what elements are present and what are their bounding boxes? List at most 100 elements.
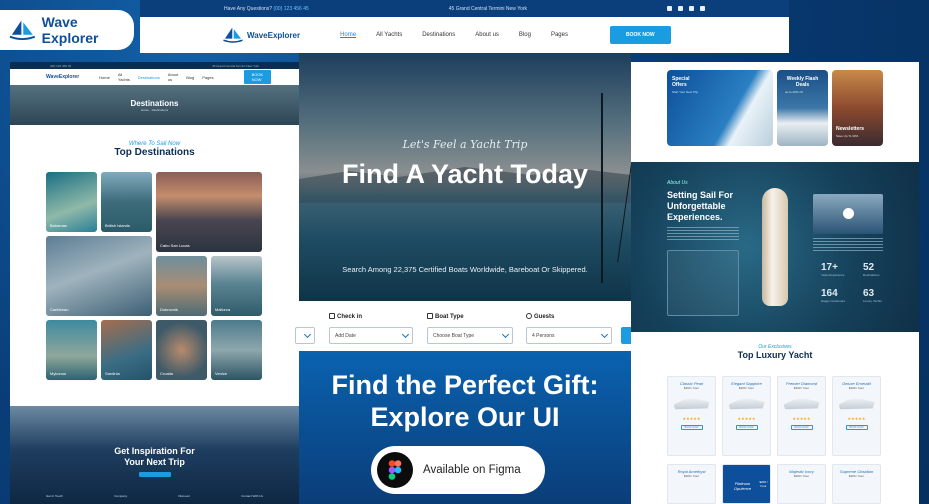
mini-nav-about[interactable]: About us — [168, 72, 178, 82]
rating-stars: ★★★★★ — [682, 416, 701, 421]
destination-tile[interactable]: Dubrovnik — [156, 256, 207, 316]
nav-item-destinations[interactable]: Destinations — [422, 32, 455, 38]
boat-type-value: Choose Boat Type — [433, 332, 475, 339]
brand-logo-card[interactable]: Wave Explorer — [0, 10, 134, 50]
tile-label: Cabo San Lucas — [160, 243, 190, 248]
yacht-price: $200 / hour — [793, 386, 810, 390]
inspiration-button[interactable] — [138, 472, 171, 477]
mini-book-button[interactable]: BOOK NOW — [243, 70, 272, 84]
tile-label: Mykonos — [50, 371, 67, 376]
chevron-down-icon — [600, 330, 609, 339]
tile-label: Mallorca — [215, 307, 231, 312]
mini-nav-yachts[interactable]: All Yachts — [118, 72, 130, 82]
yacht-card-selected[interactable]: Platinum Opulence $200 / hour — [722, 464, 771, 504]
nav-item-all-yachts[interactable]: All Yachts — [376, 32, 402, 38]
stat-value: 52 — [863, 262, 875, 273]
yacht-card[interactable]: Supreme Obsidian $200 / hour — [832, 464, 881, 504]
checkin-select[interactable]: Add Date — [329, 327, 413, 344]
stat-label: Happy Customers — [821, 299, 846, 303]
nav-brand[interactable]: WaveExplorer — [222, 26, 300, 44]
destination-tile[interactable]: Sardinia — [101, 320, 152, 380]
stat-item: 17+ Years Experience — [821, 262, 844, 277]
play-icon[interactable] — [843, 208, 854, 219]
inspiration-line-2: Your Next Trip — [124, 457, 185, 467]
offer-title: Newsletters — [836, 126, 865, 132]
nav-item-pages[interactable]: Pages — [551, 32, 568, 38]
offer-card-newsletter[interactable]: Newsletters Save Up To 30% — [832, 70, 883, 146]
users-icon — [526, 313, 532, 319]
hero-subtitle: Search Among 22,375 Certified Boats Worl… — [342, 265, 588, 274]
tile-label: Dubrovnik — [160, 307, 179, 312]
linkedin-icon[interactable] — [688, 6, 694, 11]
destination-tile[interactable]: Mykonos — [46, 320, 97, 380]
nav-item-about[interactable]: About us — [475, 32, 499, 38]
figma-button[interactable]: Available on Figma — [371, 446, 545, 494]
destination-tile[interactable]: Venice — [211, 320, 262, 380]
mini-nav-pages[interactable]: Pages — [202, 75, 213, 80]
promo-banner: Find the Perfect Gift: Explore Our UI Ava… — [299, 351, 631, 504]
nav-item-blog[interactable]: Blog — [519, 32, 531, 38]
destination-tile[interactable]: Cabo San Lucas — [156, 172, 262, 252]
destination-tile[interactable]: British Islands — [101, 172, 152, 232]
nav-item-home[interactable]: Home — [340, 32, 356, 38]
rating-stars: ★★★★★ — [792, 416, 811, 421]
mini-brand[interactable]: WaveExplorer — [46, 74, 79, 80]
yacht-card[interactable]: Premier Diamond $200 / hour ★★★★★ BOOK NOW — [777, 376, 826, 456]
yacht-card[interactable]: Royal Amethyst $200 / hour — [667, 464, 716, 504]
about-form[interactable] — [667, 250, 739, 316]
mini-nav-home[interactable]: Home — [99, 75, 110, 80]
offer-subtitle: up to 20% off — [785, 90, 803, 94]
location-select[interactable] — [295, 327, 315, 344]
figma-button-label: Available on Figma — [423, 464, 521, 476]
inspiration-line-1: Get Inspiration For — [114, 446, 195, 456]
video-thumbnail[interactable] — [813, 194, 883, 234]
yacht-book-button[interactable]: BOOK NOW — [790, 425, 813, 430]
yacht-book-button[interactable]: BOOK NOW — [735, 425, 758, 430]
guests-label-text: Guests — [534, 314, 555, 320]
stat-item: 52 Destinations — [863, 262, 880, 277]
stat-item: 63 Luxury Yachts — [863, 288, 882, 303]
yacht-card[interactable]: Majestic Ivory $200 / hour — [777, 464, 826, 504]
skype-icon[interactable] — [677, 6, 683, 11]
brand-name: Wave Explorer — [41, 14, 99, 46]
chevron-down-icon — [401, 330, 410, 339]
breadcrumb: Home · Destinations — [140, 107, 169, 112]
book-now-button[interactable]: BOOK NOW — [609, 26, 671, 44]
mini-nav-destinations[interactable]: Destinations — [138, 75, 160, 80]
destination-tile[interactable]: Bahamas — [46, 172, 97, 232]
destination-tile[interactable]: Caribbean — [46, 236, 152, 316]
mini-nav-blog[interactable]: Blog — [186, 75, 194, 80]
offer-cards: Special Offers Start Your Next Trip Week… — [667, 70, 883, 146]
destination-tile[interactable]: Mallorca — [211, 256, 262, 316]
tile-label: Caribbean — [50, 307, 69, 312]
top-destinations-heading: Where To Sail Now Top Destinations — [10, 141, 299, 158]
boat-type-select[interactable]: Choose Boat Type — [427, 327, 513, 344]
footer-col-title: Contact With Us — [241, 494, 263, 498]
guests-select[interactable]: 4 Persons — [526, 327, 612, 344]
about-title-line: Setting Sail For — [667, 190, 734, 200]
stat-label: Destinations — [863, 273, 880, 277]
social-links — [666, 6, 705, 11]
boat-icon — [427, 313, 433, 319]
sailboat-logo-icon — [9, 20, 36, 41]
rating-stars: ★★★★★ — [847, 416, 866, 421]
phone-link[interactable]: (00) 123 456 45 — [273, 6, 308, 12]
yacht-card[interactable]: Elegant Sapphire $200 / hour ★★★★★ BOOK NOW — [722, 376, 771, 456]
yacht-price: $200 / hour — [759, 480, 768, 488]
destination-tile[interactable]: Croatia — [156, 320, 207, 380]
offer-card-special[interactable]: Special Offers Start Your Next Trip — [667, 70, 773, 146]
yacht-book-button[interactable]: BOOK NOW — [680, 425, 703, 430]
inspiration-title: Get Inspiration For Your Next Trip — [10, 446, 299, 468]
yacht-card[interactable]: Deluxe Emerald $200 / hour ★★★★★ BOOK NOW — [832, 376, 881, 456]
destinations-hero: Destinations Home · Destinations — [10, 85, 299, 125]
contact-question: Have Any Questions? (00) 123 456 45 — [224, 6, 309, 12]
facebook-icon[interactable] — [666, 6, 672, 11]
yacht-card[interactable]: Classic Pearl $200 / hour ★★★★★ BOOK NOW — [667, 376, 716, 456]
yacht-image — [783, 398, 820, 410]
yacht-book-button[interactable]: BOOK NOW — [845, 425, 868, 430]
about-title-line: Experiences. — [667, 212, 723, 222]
reddit-icon[interactable] — [699, 6, 705, 11]
inspiration-banner: Get Inspiration For Your Next Trip Get In… — [10, 406, 299, 504]
offer-card-flash[interactable]: Weekly Flash Deals up to 20% off — [777, 70, 828, 146]
tile-label: Venice — [215, 371, 228, 376]
